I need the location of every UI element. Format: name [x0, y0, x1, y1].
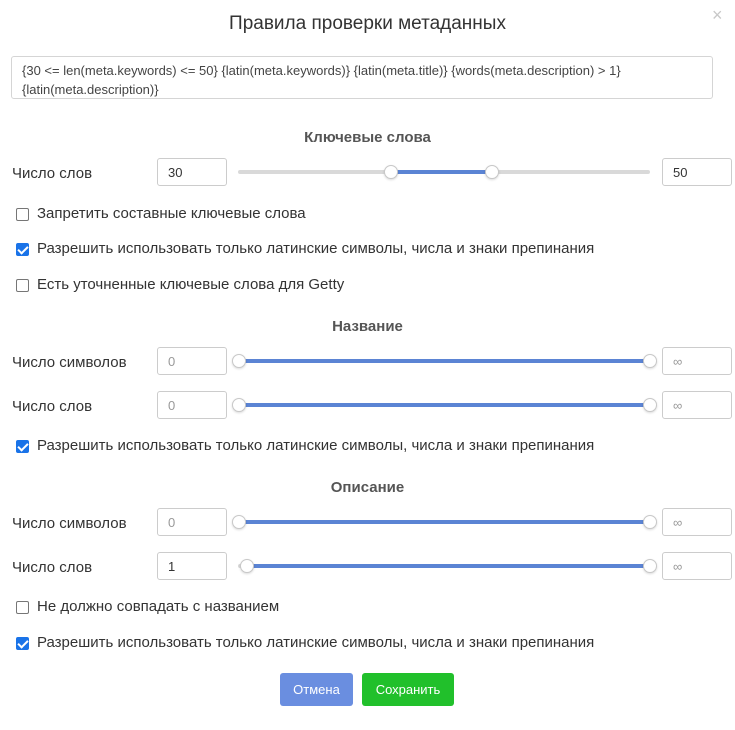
- title-word-count-slider-range: [238, 403, 650, 407]
- keywords-latin-only-label: Разрешить использовать только латинские …: [37, 240, 595, 257]
- title-char-count-max-input[interactable]: [662, 347, 732, 375]
- cancel-button[interactable]: Отмена: [280, 673, 353, 706]
- keywords-word-count-slider-range: [391, 170, 492, 174]
- description-char-count-max-input[interactable]: [662, 508, 732, 536]
- description-word-count-label: Число слов: [12, 559, 93, 576]
- keywords-getty-label: Есть уточненные ключевые слова для Getty: [37, 276, 345, 293]
- keywords-latin-only-checkbox[interactable]: [16, 243, 29, 256]
- title-latin-only-checkbox[interactable]: [16, 440, 29, 453]
- description-char-count-max-handle[interactable]: [643, 515, 657, 529]
- description-not-match-title-checkbox[interactable]: [16, 601, 29, 614]
- keywords-word-count-max-handle[interactable]: [485, 165, 499, 179]
- title-word-count-max-input[interactable]: [662, 391, 732, 419]
- description-word-count-slider-range: [246, 564, 650, 568]
- title-char-count-min-handle[interactable]: [232, 354, 246, 368]
- keywords-getty-checkbox[interactable]: [16, 279, 29, 292]
- title-word-count-min-handle[interactable]: [232, 398, 246, 412]
- description-latin-only-label: Разрешить использовать только латинские …: [37, 634, 595, 651]
- title-char-count-slider-range: [238, 359, 650, 363]
- title-latin-only-label: Разрешить использовать только латинские …: [37, 437, 595, 454]
- description-word-count-min-input[interactable]: [157, 552, 227, 580]
- keywords-word-count-label: Число слов: [12, 165, 93, 182]
- save-button[interactable]: Сохранить: [362, 673, 454, 706]
- title-char-count-max-handle[interactable]: [643, 354, 657, 368]
- rules-expression-textarea[interactable]: {30 <= len(meta.keywords) <= 50} {latin(…: [11, 56, 713, 99]
- dialog-title: Правила проверки метаданных: [229, 13, 506, 34]
- keywords-word-count-min-input[interactable]: [157, 158, 227, 186]
- description-char-count-min-handle[interactable]: [232, 515, 246, 529]
- description-word-count-max-handle[interactable]: [643, 559, 657, 573]
- description-word-count-max-input[interactable]: [662, 552, 732, 580]
- title-char-count-min-input[interactable]: [157, 347, 227, 375]
- description-char-count-min-input[interactable]: [157, 508, 227, 536]
- section-heading-keywords: Ключевые слова: [304, 129, 431, 146]
- description-char-count-slider-range: [238, 520, 650, 524]
- title-word-count-label: Число слов: [12, 398, 93, 415]
- title-word-count-min-input[interactable]: [157, 391, 227, 419]
- description-word-count-min-handle[interactable]: [240, 559, 254, 573]
- title-word-count-max-handle[interactable]: [643, 398, 657, 412]
- keywords-word-count-max-input[interactable]: [662, 158, 732, 186]
- section-heading-description: Описание: [330, 479, 405, 496]
- description-latin-only-checkbox[interactable]: [16, 637, 29, 650]
- keywords-word-count-min-handle[interactable]: [384, 165, 398, 179]
- keywords-no-compound-label: Запретить составные ключевые слова: [37, 205, 306, 222]
- close-icon[interactable]: ×: [712, 5, 723, 26]
- title-char-count-label: Число символов: [12, 354, 127, 371]
- description-char-count-label: Число символов: [12, 515, 127, 532]
- section-heading-title: Название: [332, 318, 403, 335]
- keywords-no-compound-checkbox[interactable]: [16, 208, 29, 221]
- description-not-match-title-label: Не должно совпадать с названием: [37, 598, 280, 615]
